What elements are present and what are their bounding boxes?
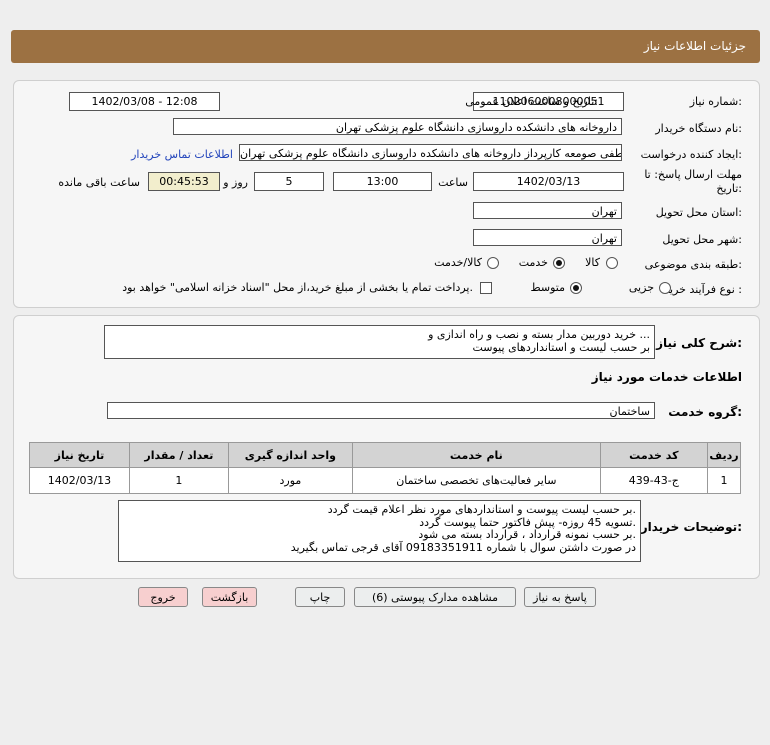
announce-datetime-field: 1402/03/08 - 12:08 bbox=[69, 92, 220, 111]
process-radio-medium[interactable] bbox=[570, 282, 582, 294]
need-description-label: شرح کلی نیاز: bbox=[656, 336, 742, 350]
col-unit: واحد اندازه گیری bbox=[227, 442, 353, 468]
col-quantity: تعداد / مقدار bbox=[128, 442, 229, 468]
buyer-org-field: داروخانه های دانشکده داروسازی دانشگاه عل… bbox=[173, 118, 622, 135]
need-info-panel bbox=[13, 80, 760, 308]
buyer-notes-line-4: در صورت داشتن سوال با شماره 09183351911 … bbox=[290, 540, 636, 554]
services-table: تاریخ نیاز تعداد / مقدار واحد اندازه گیر… bbox=[29, 442, 742, 494]
remaining-time-field: 00:45:53 bbox=[148, 172, 220, 191]
page-title: جزئیات اطلاعات نیاز bbox=[643, 39, 746, 53]
col-service-name: نام خدمت bbox=[351, 442, 601, 468]
need-description-line-2: بر حسب لیست و استانداردهای پیوست bbox=[472, 340, 650, 354]
days-label: روز و bbox=[223, 176, 248, 189]
process-option-medium: متوسط bbox=[530, 281, 565, 294]
city-label: شهر محل تحویل: bbox=[662, 233, 742, 246]
days-remaining-field: 5 bbox=[254, 172, 324, 191]
reply-button[interactable]: پاسخ به نیاز bbox=[524, 587, 596, 607]
buyer-notes-label: توضیحات خریدار: bbox=[640, 520, 742, 534]
announce-label: تاریخ و ساعت اعلان عمومی: bbox=[465, 95, 598, 108]
service-group-label: گروه خدمت: bbox=[668, 405, 742, 419]
category-option-goods-service: کالا/خدمت bbox=[434, 256, 482, 269]
buyer-contact-link[interactable]: اطلاعات تماس خریدار bbox=[131, 148, 233, 161]
creator-label: ایجاد کننده درخواست: bbox=[640, 148, 742, 161]
category-radio-service[interactable] bbox=[553, 257, 565, 269]
cell-quantity: 1 bbox=[128, 467, 229, 494]
province-label: استان محل تحویل: bbox=[655, 206, 742, 219]
treasury-payment-checkbox[interactable] bbox=[480, 282, 492, 294]
table-row: 1402/03/13 1 مورد سایر فعالیت‌های تخصصی … bbox=[29, 467, 742, 494]
services-table-header: تاریخ نیاز تعداد / مقدار واحد اندازه گیر… bbox=[29, 442, 742, 468]
category-option-goods: کالا bbox=[585, 256, 600, 269]
deadline-time-label: ساعت bbox=[438, 176, 468, 189]
attachments-button[interactable]: مشاهده مدارک پیوستی (6) bbox=[354, 587, 516, 607]
need-description-box: خرید دوربین مدار بسته و نصب و راه اندازی… bbox=[104, 325, 655, 359]
col-date: تاریخ نیاز bbox=[29, 442, 130, 468]
province-field: تهران bbox=[473, 202, 622, 219]
buyer-notes-line-3: بر حسب نمونه قرارداد ، قرارداد بسته می ش… bbox=[418, 528, 636, 541]
cell-unit: مورد bbox=[227, 467, 353, 494]
cell-service-code: ج-43-439 bbox=[599, 467, 708, 494]
exit-button[interactable]: خروج bbox=[138, 587, 188, 607]
col-row: ردیف bbox=[706, 442, 742, 468]
deadline-time-field: 13:00 bbox=[333, 172, 432, 191]
need-number-label: شماره نیاز: bbox=[689, 95, 742, 108]
creator-field: علی لطفی صومعه کارپرداز داروخانه های دان… bbox=[239, 144, 622, 161]
need-description-line-1: خرید دوربین مدار بسته و نصب و راه اندازی… bbox=[428, 328, 650, 341]
process-option-minor: جزیی bbox=[628, 281, 654, 294]
print-button[interactable]: چاپ bbox=[295, 587, 345, 607]
category-radio-goods-service[interactable] bbox=[487, 257, 499, 269]
cell-date: 1402/03/13 bbox=[29, 467, 130, 494]
back-button[interactable]: بازگشت bbox=[202, 587, 257, 607]
process-radio-minor[interactable] bbox=[659, 282, 671, 294]
category-radio-goods[interactable] bbox=[606, 257, 618, 269]
treasury-payment-text: پرداخت تمام یا بخشی از مبلغ خرید،از محل … bbox=[122, 281, 473, 294]
deadline-date-field: 1402/03/13 bbox=[473, 172, 624, 191]
buyer-org-label: نام دستگاه خریدار: bbox=[655, 122, 742, 135]
deadline-label-date: تاریخ: bbox=[716, 182, 742, 195]
cell-row: 1 bbox=[706, 467, 742, 494]
process-label: نوع فرآیند خرید : bbox=[664, 283, 742, 296]
col-service-code: کد خدمت bbox=[599, 442, 708, 468]
remaining-time-label: ساعت باقی مانده bbox=[58, 176, 140, 189]
buyer-notes-box: بر حسب لیست پیوست و استانداردهای مورد نظ… bbox=[118, 500, 641, 562]
buyer-notes-line-1: بر حسب لیست پیوست و استانداردهای مورد نظ… bbox=[327, 503, 636, 516]
cell-service-name: سایر فعالیت‌های تخصصی ساختمان bbox=[351, 467, 601, 494]
page-header: جزئیات اطلاعات نیاز bbox=[11, 30, 760, 63]
service-group-field: ساختمان bbox=[107, 402, 655, 419]
services-section-title: اطلاعات خدمات مورد نیاز bbox=[591, 370, 742, 384]
category-label: طبقه بندی موضوعی: bbox=[644, 258, 742, 271]
category-option-service: خدمت bbox=[518, 256, 548, 269]
deadline-label: مهلت ارسال پاسخ: تا bbox=[644, 168, 742, 181]
city-field: تهران bbox=[473, 229, 622, 246]
